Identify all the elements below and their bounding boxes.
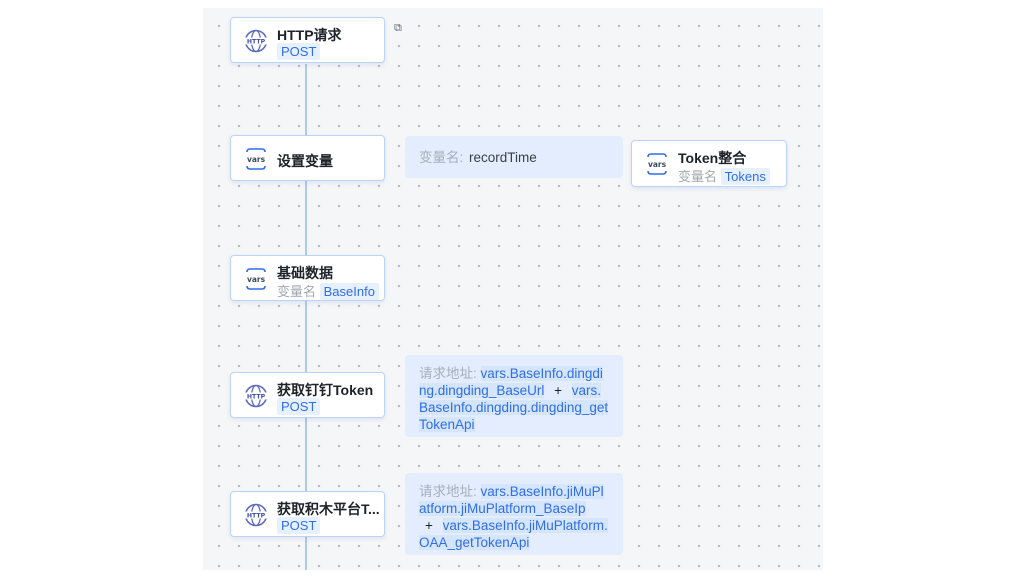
vars-icon: vars [243, 146, 269, 172]
svg-text:vars: vars [247, 275, 266, 284]
node-token-merge[interactable]: vars Token整合 变量名 Tokens [631, 140, 787, 187]
http-globe-icon: HTTP [243, 383, 269, 409]
node-title: 获取钉钉Token [277, 382, 374, 398]
vars-icon: vars [644, 151, 670, 177]
node-method-badge: POST [277, 517, 321, 534]
panel-value: recordTime [469, 150, 537, 165]
copy-icon[interactable]: ⧉ [394, 22, 402, 35]
http-globe-icon: HTTP [243, 502, 269, 528]
node-dingding-token[interactable]: HTTP 获取钉钉Token POST [230, 372, 385, 418]
panel-label: 变量名: [419, 150, 464, 165]
concat-operator: + [425, 518, 433, 533]
dingding-request-panel: 请求地址: vars.BaseInfo.dingding.dingding_Ba… [405, 355, 623, 437]
node-title: 基础数据 [277, 265, 333, 281]
panel-label: 请求地址: [419, 366, 477, 381]
svg-text:HTTP: HTTP [247, 38, 266, 45]
svg-text:vars: vars [648, 160, 667, 169]
node-method-badge: POST [277, 398, 321, 415]
concat-operator: + [554, 383, 562, 398]
panel-label: 请求地址: [419, 484, 477, 499]
node-method-badge: POST [277, 43, 321, 60]
vars-icon: vars [243, 266, 269, 292]
http-globe-icon: HTTP [243, 28, 269, 54]
svg-text:HTTP: HTTP [247, 393, 266, 400]
set-variable-detail-panel: 变量名: recordTime [405, 136, 623, 178]
node-base-data[interactable]: vars 基础数据 变量名 BaseInfo [230, 255, 385, 301]
request-url-part: vars.BaseInfo.jiMuPlatform.OAA_getTokenA… [419, 518, 608, 550]
node-title: HTTP请求 [277, 27, 342, 43]
node-title: 设置变量 [277, 153, 333, 169]
svg-text:HTTP: HTTP [247, 512, 266, 519]
node-variable-name: 变量名 BaseInfo [277, 281, 379, 300]
node-title: 获取积木平台T... [277, 501, 380, 517]
node-http-request[interactable]: HTTP HTTP请求 POST [230, 17, 385, 63]
jimu-request-panel: 请求地址: vars.BaseInfo.jiMuPlatform.jiMuPla… [405, 473, 623, 555]
node-variable-name: 变量名 Tokens [678, 166, 770, 185]
svg-text:vars: vars [247, 155, 266, 164]
node-title: Token整合 [678, 150, 747, 166]
node-set-variable[interactable]: vars 设置变量 [230, 135, 385, 181]
node-jimu-token[interactable]: HTTP 获取积木平台T... POST [230, 491, 385, 537]
flow-canvas[interactable]: HTTP HTTP请求 POST ⧉ vars 设置变量 变量名: record… [203, 8, 823, 570]
